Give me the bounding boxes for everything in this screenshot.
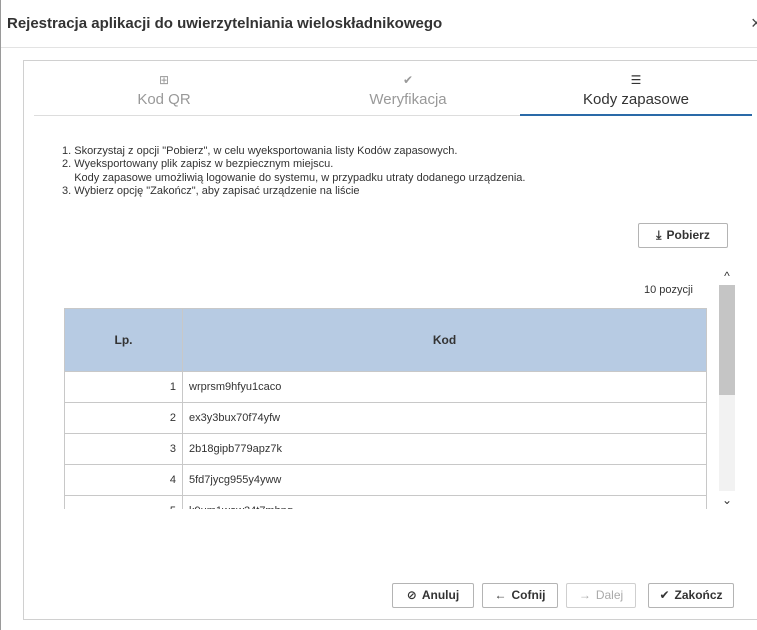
check-icon: ✔ [402,73,414,87]
instruction-line: 3. Wybierz opcję "Zakończ", aby zapisać … [62,185,360,198]
row-number: 1 [64,371,183,403]
wizard-panel: ⊞ Kod QR ✔ Weryfikacja ☰ Kody zapasowe 1… [23,60,757,620]
instruction-line: 1. Skorzystaj z opcji "Pobierz", w celu … [62,145,458,157]
table-row: 3 2b18gipb779apz7k [64,433,707,465]
scroll-up-icon[interactable]: ^ [718,267,736,285]
tab-label: Kod QR [137,91,191,108]
scroll-thumb[interactable] [719,285,735,395]
row-number: 5 [64,495,183,509]
tab-label: Weryfikacja [369,91,447,108]
qr-code-icon: ⊞ [158,73,170,87]
close-icon[interactable]: × [751,13,757,34]
back-button[interactable]: ← Cofnij [482,583,558,608]
arrow-right-icon: → [578,588,591,602]
dialog-title: Rejestracja aplikacji do uwierzytelniani… [7,15,443,32]
arrow-left-icon: ← [494,588,507,602]
table-row: 2 ex3y3bux70f74yfw [64,402,707,434]
instruction-line: Kody zapasowe umożliwią logowanie do sys… [62,171,526,184]
list-icon: ☰ [630,73,642,87]
item-count: 10 pozycji [644,284,693,296]
finish-button[interactable]: ✔ Zakończ [648,583,734,608]
row-number: 4 [64,464,183,496]
download-icon: ⤓ [656,228,662,242]
tab-qr-code[interactable]: ⊞ Kod QR [54,73,274,118]
backup-code: 5fd7jycg955y4yww [182,464,707,496]
tab-backup-codes[interactable]: ☰ Kody zapasowe [526,73,746,118]
column-header-lp[interactable]: Lp. [64,308,183,372]
download-button[interactable]: ⤓ Pobierz [638,223,728,248]
backup-code: wrprsm9hfyu1caco [182,371,707,403]
mfa-registration-dialog: Rejestracja aplikacji do uwierzytelniani… [0,0,757,630]
active-tab-indicator [520,114,752,116]
instructions: 1. Skorzystaj z opcji "Pobierz", w celu … [62,145,722,199]
check-icon: ✔ [659,588,670,602]
backup-code: ex3y3bux70f74yfw [182,402,707,434]
next-label: Dalej [595,588,624,602]
dialog-header: Rejestracja aplikacji do uwierzytelniani… [1,0,757,48]
backup-code: 2b18gipb779apz7k [182,433,707,465]
table-row: 4 5fd7jycg955y4yww [64,464,707,496]
finish-label: Zakończ [674,588,723,602]
table-row: 5 k9um1wow34t7mbpg [64,495,707,509]
wizard-steps: ⊞ Kod QR ✔ Weryfikacja ☰ Kody zapasowe [34,73,752,118]
back-label: Cofnij [511,588,546,602]
cancel-button[interactable]: ⊘ Anuluj [392,583,474,608]
backup-code: k9um1wow34t7mbpg [182,495,707,509]
row-number: 3 [64,433,183,465]
table-row: 1 wrprsm9hfyu1caco [64,371,707,403]
scroll-down-icon[interactable]: ⌄ [718,491,736,509]
backup-codes-table: Lp. Kod 1 wrprsm9hfyu1caco 2 ex3y3bux70f… [64,308,707,509]
column-header-code[interactable]: Kod [182,308,707,372]
row-number: 2 [64,402,183,434]
tab-verification[interactable]: ✔ Weryfikacja [298,73,518,118]
next-button[interactable]: → Dalej [566,583,636,608]
table-scrollbar[interactable]: ^ ⌄ [718,267,736,509]
cancel-label: Anuluj [421,588,460,602]
download-label: Pobierz [666,228,710,242]
instruction-line: 2. Wyeksportowany plik zapisz w bezpiecz… [62,158,334,171]
cancel-icon: ⊘ [406,588,417,602]
tab-label: Kody zapasowe [583,91,689,108]
